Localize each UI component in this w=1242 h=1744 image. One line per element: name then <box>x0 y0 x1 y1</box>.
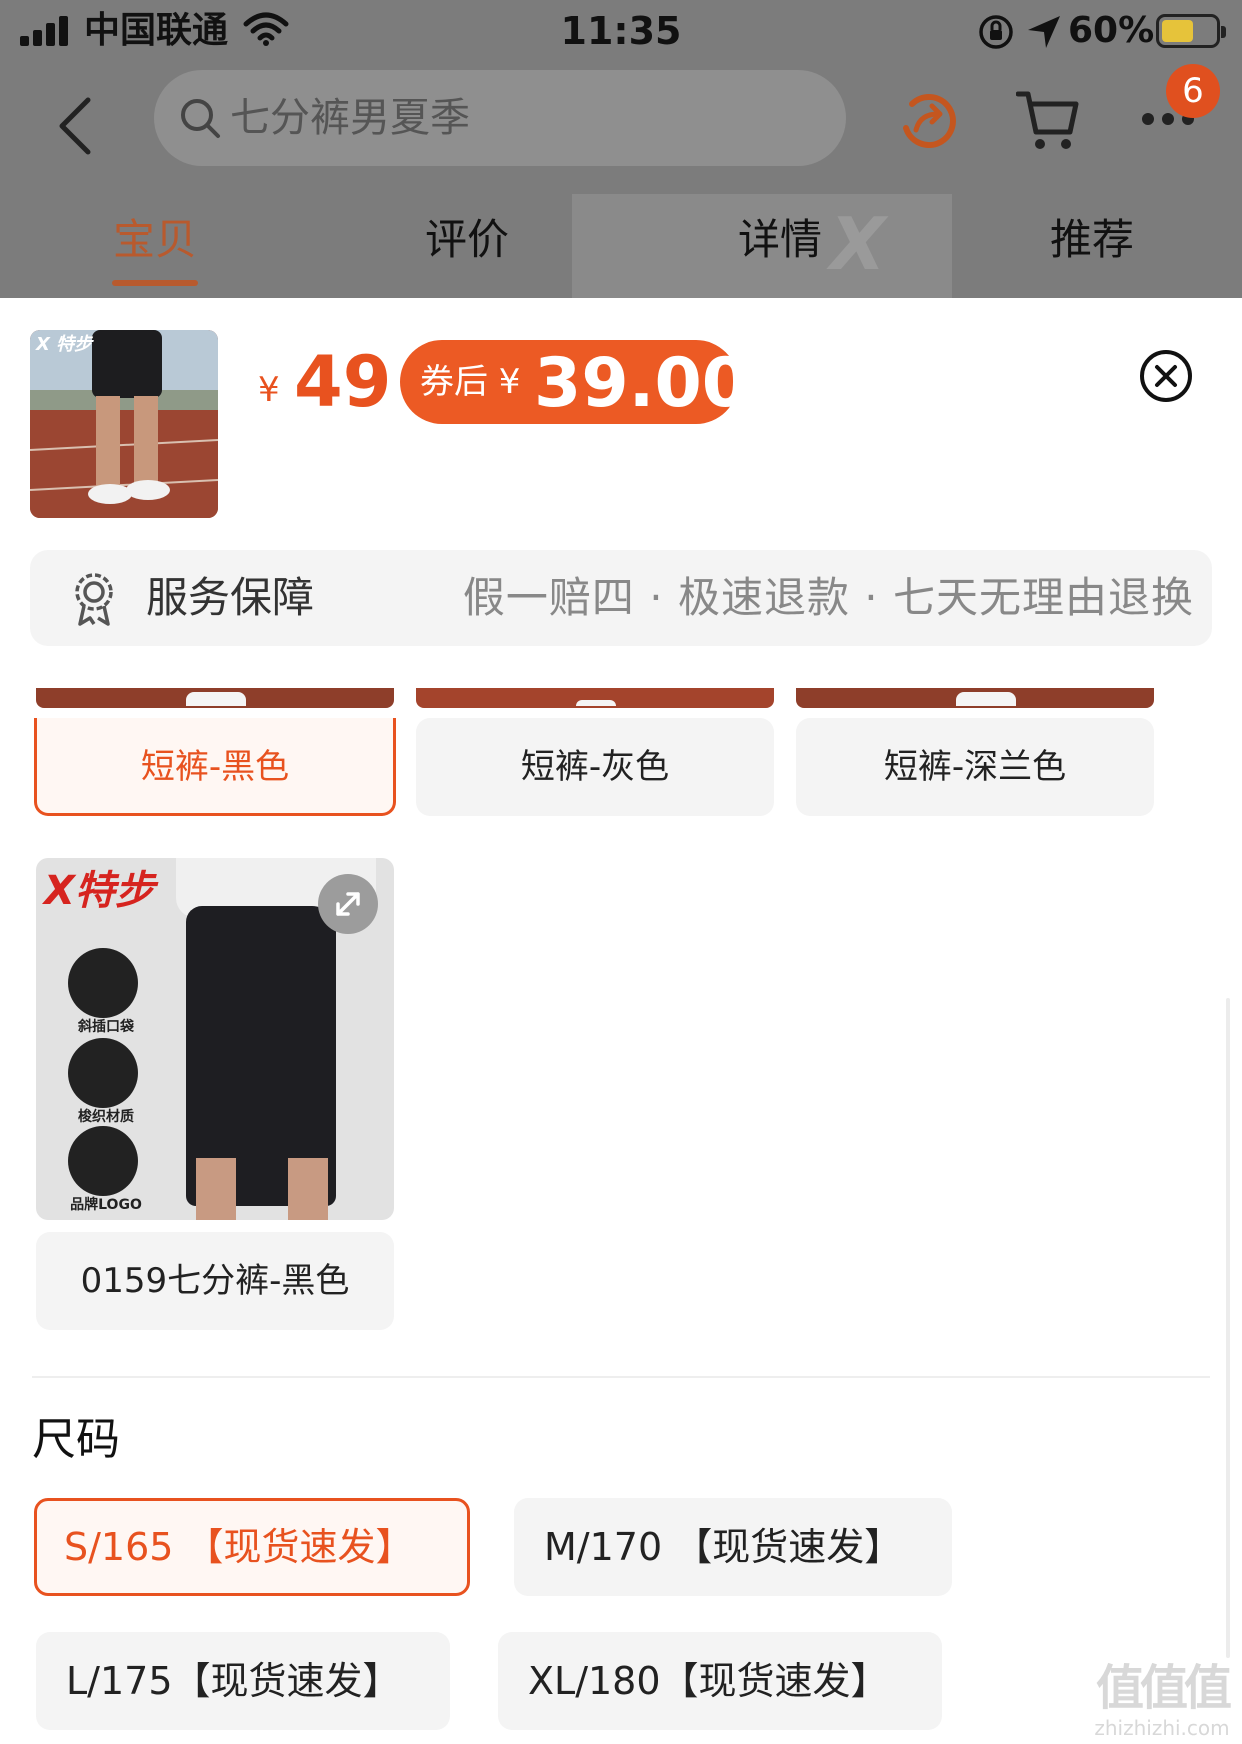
variant-image-capri-black[interactable]: X特步 斜插口袋 梭织材质 品牌LOGO <box>36 858 394 1220</box>
top-nav-bar: 七分裤男夏季 6 <box>0 64 1242 194</box>
service-description: 假一赔四 · 极速退款 · 七天无理由退换 <box>462 573 1194 622</box>
size-option-l175[interactable]: L/175【现货速发】 <box>36 1632 450 1730</box>
product-photo-icon: X 特步 <box>30 330 218 518</box>
share-icon[interactable] <box>894 88 960 154</box>
feature-caption: 斜插口袋 <box>78 1019 134 1035</box>
location-arrow-icon <box>1028 16 1060 48</box>
product-thumbnail[interactable]: X 特步 <box>30 330 218 518</box>
search-box[interactable]: 七分裤男夏季 <box>154 70 846 166</box>
tab-tuijian[interactable]: 推荐 <box>992 212 1192 268</box>
size-section-title: 尺码 <box>32 1414 120 1465</box>
tab-pingjia[interactable]: 评价 <box>367 212 567 268</box>
variant-image-black[interactable] <box>36 688 394 708</box>
watermark-logo: 值值值 <box>1095 1660 1232 1716</box>
coupon-price-badge: 券后 ¥ 39.00 <box>400 340 749 424</box>
product-tabs: X 宝贝 评价 详情 推荐 <box>0 194 1242 298</box>
service-guarantee-row[interactable]: 服务保障 假一赔四 · 极速退款 · 七天无理由退换 <box>30 550 1212 646</box>
chevron-left-icon[interactable] <box>54 94 98 158</box>
battery-level-fill <box>1162 20 1193 42</box>
active-tab-indicator <box>112 280 198 286</box>
feature-pocket-image <box>68 948 138 1018</box>
size-option-m170[interactable]: M/170 【现货速发】 <box>514 1498 952 1596</box>
watermark-url: zhizhizhi.com <box>1094 1716 1230 1740</box>
scrollbar[interactable] <box>1226 998 1230 1658</box>
sku-selection-sheet: X 特步 ¥ 49 券后 ¥ 39.00 服务保障 假一赔四 · 极速退款 · … <box>0 298 1242 1744</box>
variant-option-capri-black[interactable]: 0159七分裤-黑色 <box>36 1232 394 1330</box>
close-icon[interactable] <box>1138 348 1194 404</box>
status-bar: 中国联通 11:35 60% <box>0 0 1242 64</box>
site-watermark: 值值值 zhizhizhi.com <box>1092 1660 1232 1740</box>
size-option-s165[interactable]: S/165 【现货速发】 <box>34 1498 470 1596</box>
battery-icon <box>1156 14 1226 48</box>
leg-shape <box>288 1158 328 1220</box>
rotation-lock-icon <box>979 15 1013 49</box>
variant-option-gray-shorts[interactable]: 短裤-灰色 <box>416 718 774 816</box>
service-title: 服务保障 <box>146 573 315 622</box>
coupon-price: 39.00 <box>534 344 750 423</box>
tab-xiangqing[interactable]: 详情 <box>680 212 880 268</box>
feature-fabric-image <box>68 1038 138 1108</box>
notification-badge: 6 <box>1166 64 1220 118</box>
cart-icon[interactable] <box>1016 86 1080 152</box>
tab-baobei[interactable]: 宝贝 <box>55 212 255 268</box>
feature-caption: 梭织材质 <box>78 1109 134 1125</box>
section-divider <box>32 1376 1210 1378</box>
original-price: 49 <box>294 341 392 423</box>
expand-icon[interactable] <box>318 874 378 934</box>
feature-logo-image <box>68 1126 138 1196</box>
leg-shape <box>196 1158 236 1220</box>
search-icon <box>181 99 220 138</box>
battery-percent: 60% <box>1068 10 1155 51</box>
svg-text:X 特步: X 特步 <box>35 334 94 355</box>
variant-image-navy[interactable] <box>796 688 1154 708</box>
variant-option-black-shorts[interactable]: 短裤-黑色 <box>34 718 396 816</box>
search-placeholder: 七分裤男夏季 <box>230 95 470 141</box>
variant-image-gray[interactable] <box>416 688 774 708</box>
brand-logo: X特步 <box>44 868 155 914</box>
variant-option-navy-shorts[interactable]: 短裤-深兰色 <box>796 718 1154 816</box>
guarantee-badge-icon <box>75 573 113 626</box>
price-currency-symbol: ¥ <box>258 370 280 410</box>
dimmed-page-overlay[interactable]: 中国联通 11:35 60% 七分裤男夏季 6 X 宝贝 评价 详情 推荐 <box>0 0 1242 298</box>
coupon-label: 券后 ¥ <box>420 362 521 402</box>
size-option-xl180[interactable]: XL/180【现货速发】 <box>498 1632 942 1730</box>
feature-caption: 品牌LOGO <box>70 1197 142 1213</box>
